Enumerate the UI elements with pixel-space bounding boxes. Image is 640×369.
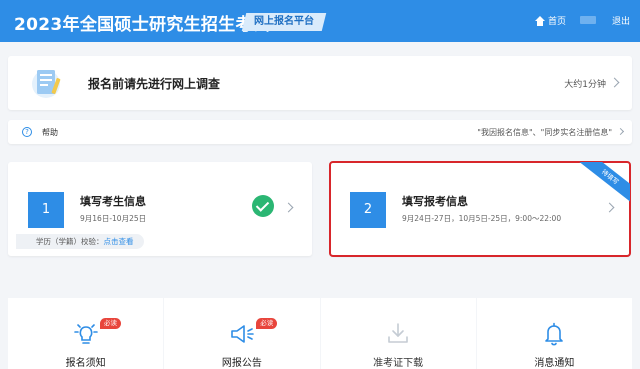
verify-label: 学历（学籍）校验： [36,237,104,246]
chevron-right-icon [283,202,294,213]
pending-ribbon: 待填写 [574,162,630,208]
step-number: 1 [28,192,64,228]
home-icon [535,15,545,26]
survey-card[interactable]: 报名前请先进行网上调查 大约1分钟 [8,56,632,110]
tile-label: 网报公告 [221,358,262,369]
tile-label: 准考证下载 [373,358,424,369]
download-icon [388,323,408,343]
tile-label: 报名须知 [65,358,106,369]
logout-link[interactable]: 退出 [612,14,630,27]
survey-document-icon [32,70,61,98]
tile-online-notice[interactable]: 必读 网报公告 [164,298,320,369]
survey-title: 报名前请先进行网上调查 [88,77,221,91]
help-label: 帮助 [42,128,58,137]
platform-label: 网上报名平台 [254,16,314,27]
help-bar: ? 帮助 "我因报名信息"、"同步实名注册信息" [8,120,632,144]
verify-link[interactable]: 点击查看 [104,237,134,246]
bell-icon [545,322,564,346]
user-name[interactable] [580,16,596,24]
check-icon [252,195,274,217]
step-title: 填写考生信息 [80,195,146,208]
step-title: 填写报考信息 [402,195,468,208]
function-tiles: 必读 报名须知 必读 网报公告 准考证下载 消息通知 [8,298,632,369]
home-label: 首页 [548,17,567,27]
chevron-right-icon [604,202,615,213]
bulb-icon [73,324,98,344]
must-read-badge: 必读 [256,318,278,329]
must-read-badge: 必读 [100,318,121,329]
help-icon: ? [22,127,32,137]
megaphone-icon [231,325,254,343]
step-card-candidate-info[interactable]: 1 填写考生信息 9月16日-10月25日 学历（学籍）校验：点击查看 [8,162,312,256]
tile-registration-notice[interactable]: 必读 报名须知 [8,298,164,369]
step-card-application-info[interactable]: 待填写 2 填写报考信息 9月24日-27日，10月5日-25日，9:00～22… [329,161,631,257]
education-verify-bar: 学历（学籍）校验：点击查看 [16,234,144,249]
help-text-link[interactable]: "我因报名信息"、"同步实名注册信息" [477,127,612,138]
step-date: 9月24日-27日，10月5日-25日，9:00～22:00 [402,214,562,223]
chevron-right-icon [609,77,620,88]
top-header: 2023年全国硕士研究生招生考试 网上报名平台 首页 退出 [0,0,640,42]
tile-message-notification[interactable]: 消息通知 [476,298,632,369]
home-link[interactable]: 首页 [535,14,566,27]
platform-badge: 网上报名平台 [241,13,327,31]
tile-admission-ticket-download[interactable]: 准考证下载 [320,298,476,369]
step-date: 9月16日-10月25日 [80,214,147,223]
survey-time: 大约1分钟 [564,80,606,90]
chevron-right-icon [616,127,625,136]
step-number: 2 [350,192,386,228]
site-title: 2023年全国硕士研究生招生考试 [14,15,271,35]
tile-label: 消息通知 [534,358,575,369]
